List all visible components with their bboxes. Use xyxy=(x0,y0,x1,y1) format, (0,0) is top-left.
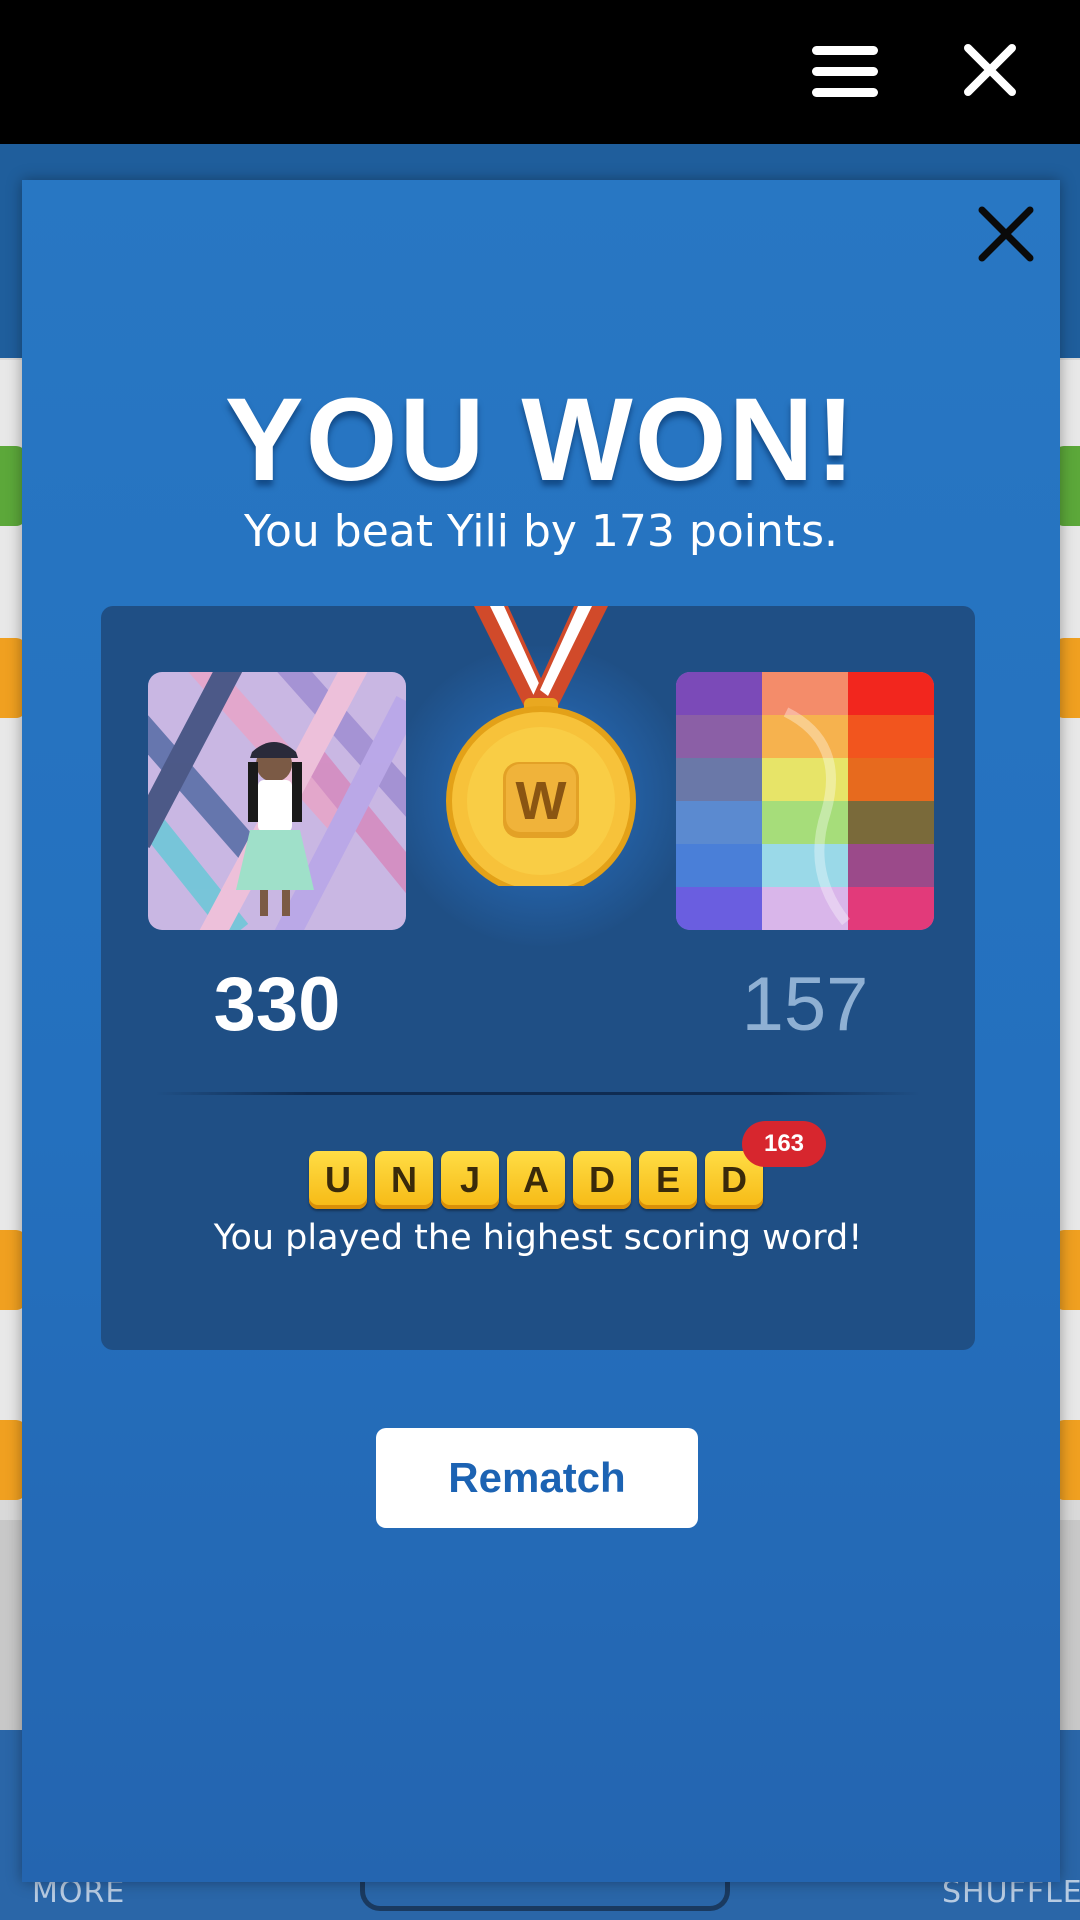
letter-tile: A xyxy=(507,1151,565,1209)
highest-word-message: You played the highest scoring word! xyxy=(213,1218,863,1258)
word-score-badge: 163 xyxy=(742,1121,826,1167)
highest-word-tiles: U N J A D E D xyxy=(309,1151,763,1213)
result-subtitle: You beat Yili by 173 points. xyxy=(243,506,839,557)
letter-tile: J xyxy=(441,1151,499,1209)
letter-tile: N xyxy=(375,1151,433,1209)
player-score: 330 xyxy=(213,962,341,1047)
close-icon[interactable] xyxy=(960,40,1020,100)
divider xyxy=(156,1092,920,1095)
letter-tile: U xyxy=(309,1151,367,1209)
player-avatar[interactable] xyxy=(148,672,406,930)
score-card: W 330 157 U N J A D E D 163 You played t… xyxy=(101,606,975,1350)
opponent-score: 157 xyxy=(741,962,869,1047)
letter-tile: E xyxy=(639,1151,697,1209)
medal-icon: W xyxy=(446,606,636,886)
menu-icon[interactable] xyxy=(812,46,878,98)
medal-letter: W xyxy=(516,771,567,831)
opponent-avatar[interactable] xyxy=(676,672,934,930)
top-bar xyxy=(0,0,1080,144)
game-result-modal: YOU WON! You beat Yili by 173 points. W … xyxy=(22,180,1060,1882)
play-button[interactable] xyxy=(360,1880,730,1911)
result-title: YOU WON! xyxy=(224,374,858,506)
close-icon[interactable] xyxy=(974,202,1038,266)
letter-tile: D xyxy=(573,1151,631,1209)
rematch-button[interactable]: Rematch xyxy=(376,1428,698,1528)
